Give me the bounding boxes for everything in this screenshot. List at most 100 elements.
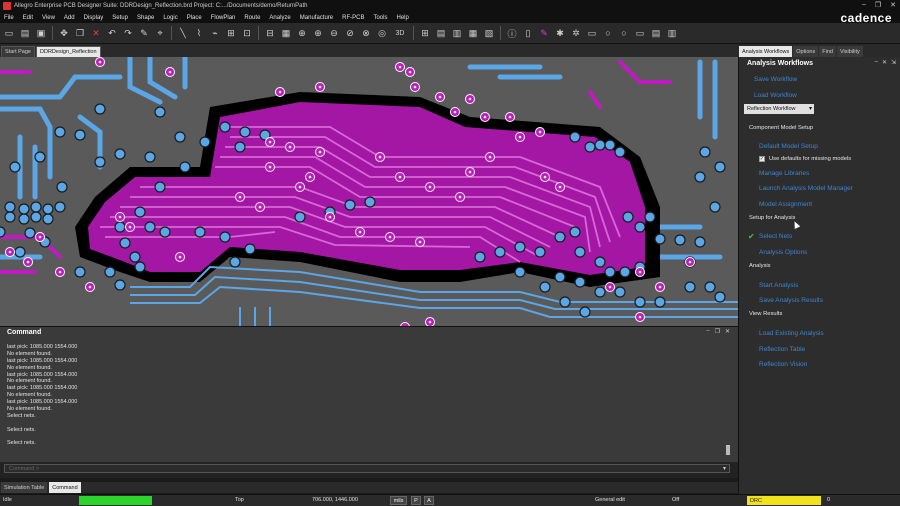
save-workflow-link[interactable]: Save Workflow: [754, 76, 797, 83]
menu-logic[interactable]: Logic: [163, 15, 177, 21]
menu-display[interactable]: Display: [84, 15, 104, 21]
zoom-window-icon[interactable]: ⊗: [360, 27, 372, 39]
menu-tools[interactable]: Tools: [373, 15, 387, 21]
menu-edit[interactable]: Edit: [23, 15, 33, 21]
start-analysis-link[interactable]: Start Analysis: [759, 282, 798, 289]
open-icon[interactable]: ▭: [3, 27, 15, 39]
save-analysis-results-link[interactable]: Save Analysis Results: [759, 297, 823, 304]
report-icon[interactable]: ▤: [650, 27, 662, 39]
info-icon[interactable]: ▦: [467, 27, 479, 39]
manage-libraries-link[interactable]: Manage Libraries: [759, 170, 809, 177]
tab-visibility[interactable]: Visibility: [836, 46, 863, 57]
scrollbar-thumb[interactable]: [726, 445, 730, 455]
measure-icon[interactable]: ⊡: [241, 27, 253, 39]
minimize-button[interactable]: –: [862, 1, 866, 9]
units-button[interactable]: mils: [390, 496, 407, 505]
analysis-options-link[interactable]: Analysis Options: [759, 249, 807, 256]
maximize-button[interactable]: ❐: [875, 1, 881, 9]
delete-icon[interactable]: ✕: [90, 27, 102, 39]
rect-icon[interactable]: ▭: [634, 27, 646, 39]
drc-icon[interactable]: ▭: [586, 27, 598, 39]
reflection-table-link[interactable]: Reflection Table: [759, 346, 805, 353]
panel-close-button[interactable]: ✕: [882, 59, 887, 66]
close-button[interactable]: ✕: [890, 1, 896, 9]
table-icon[interactable]: ⊞: [419, 27, 431, 39]
command-minimize-button[interactable]: –: [706, 328, 709, 335]
probe-icon[interactable]: ⌖: [154, 27, 166, 39]
route-icon[interactable]: ╲: [177, 27, 189, 39]
load-existing-analysis-link[interactable]: Load Existing Analysis: [759, 330, 824, 337]
star-icon[interactable]: ✲: [570, 27, 582, 39]
text-icon[interactable]: ⌁: [209, 27, 221, 39]
tab-command[interactable]: Command: [49, 482, 81, 493]
redo-icon[interactable]: ↷: [122, 27, 134, 39]
menu-shape[interactable]: Shape: [137, 15, 154, 21]
circle-icon[interactable]: ○: [602, 27, 614, 39]
model-assignment-link[interactable]: Model Assignment: [759, 201, 812, 208]
drc-indicator[interactable]: DRC: [747, 496, 821, 505]
panel-minimize-button[interactable]: –: [875, 59, 878, 66]
load-workflow-link[interactable]: Load Workflow: [754, 92, 797, 99]
command-close-button[interactable]: ✕: [725, 328, 730, 335]
checkbox-checked-icon[interactable]: ✓: [759, 156, 765, 162]
tab-find[interactable]: Find: [819, 46, 836, 57]
launch-model-manager-link[interactable]: Launch Analysis Model Manager: [759, 185, 853, 192]
check-icon[interactable]: ▥: [451, 27, 463, 39]
menu-flowplan[interactable]: FlowPlan: [211, 15, 236, 21]
menu-manufacture[interactable]: Manufacture: [300, 15, 333, 21]
select-nets-link[interactable]: Select Nets: [759, 233, 792, 240]
copy-icon[interactable]: ❐: [74, 27, 86, 39]
dehighlight-icon[interactable]: ✎: [538, 27, 550, 39]
tab-analysis-workflows[interactable]: Analysis Workflows: [739, 46, 793, 57]
menu-file[interactable]: File: [4, 15, 14, 21]
report-icon[interactable]: ▤: [435, 27, 447, 39]
highlight-icon[interactable]: ▯: [522, 27, 534, 39]
menu-place[interactable]: Place: [187, 15, 202, 21]
move-icon[interactable]: ✥: [58, 27, 70, 39]
menu-setup[interactable]: Setup: [112, 15, 128, 21]
grid-icon[interactable]: ⊞: [225, 27, 237, 39]
check-icon[interactable]: ▥: [666, 27, 678, 39]
p-button[interactable]: P: [411, 496, 421, 505]
menu-route[interactable]: Route: [244, 15, 260, 21]
3d-icon[interactable]: 3D: [392, 27, 408, 39]
status-active-layer[interactable]: Top: [235, 497, 244, 503]
panel-float-button[interactable]: ⇲: [891, 59, 896, 66]
workflow-select[interactable]: Reflection Workflow ▾: [744, 104, 814, 114]
menu-add[interactable]: Add: [64, 15, 75, 21]
redraw-icon[interactable]: ◎: [376, 27, 388, 39]
default-model-setup-link[interactable]: Default Model Setup: [759, 143, 818, 150]
zoom-in-icon[interactable]: ⊕: [312, 27, 324, 39]
zoom-out-icon[interactable]: ⊖: [328, 27, 340, 39]
rect-icon[interactable]: ▧: [483, 27, 495, 39]
reflection-vision-link[interactable]: Reflection Vision: [759, 361, 807, 368]
layers-icon[interactable]: ⊟: [264, 27, 276, 39]
circle-icon[interactable]: ○: [618, 27, 630, 39]
pin-icon[interactable]: ✎: [138, 27, 150, 39]
chevron-down-icon[interactable]: ▾: [723, 465, 726, 472]
menu-help[interactable]: Help: [396, 15, 408, 21]
menu-view[interactable]: View: [42, 15, 55, 21]
use-defaults-checkbox[interactable]: ✓ Use defaults for missing models: [759, 156, 851, 162]
pcb-canvas[interactable]: [0, 57, 738, 326]
menu-rf-pcb[interactable]: RF-PCB: [342, 15, 364, 21]
a-button[interactable]: A: [424, 496, 434, 505]
tab-start-page[interactable]: Start Page: [1, 46, 35, 57]
menu-analyze[interactable]: Analyze: [269, 15, 290, 21]
lightbulb-icon[interactable]: ✱: [554, 27, 566, 39]
command-input[interactable]: Command > ▾: [4, 464, 730, 473]
tab-ddrdesign-reflection[interactable]: DDRDesign_Reflection: [36, 46, 101, 57]
slide-icon[interactable]: ⌇: [193, 27, 205, 39]
tab-simulation-table[interactable]: Simulation Table: [1, 482, 48, 493]
info-icon[interactable]: ⓘ: [506, 27, 518, 39]
command-scrollbar[interactable]: [726, 345, 730, 455]
pcb-layout[interactable]: [0, 57, 738, 326]
undo-icon[interactable]: ↶: [106, 27, 118, 39]
command-float-button[interactable]: ❐: [715, 328, 720, 335]
save-icon[interactable]: ▣: [35, 27, 47, 39]
shape-icon[interactable]: ▦: [280, 27, 292, 39]
new-icon[interactable]: ▤: [19, 27, 31, 39]
tab-options[interactable]: Options: [793, 46, 819, 57]
zoom-fit-icon[interactable]: ⊕: [296, 27, 308, 39]
zoom-prev-icon[interactable]: ⊘: [344, 27, 356, 39]
